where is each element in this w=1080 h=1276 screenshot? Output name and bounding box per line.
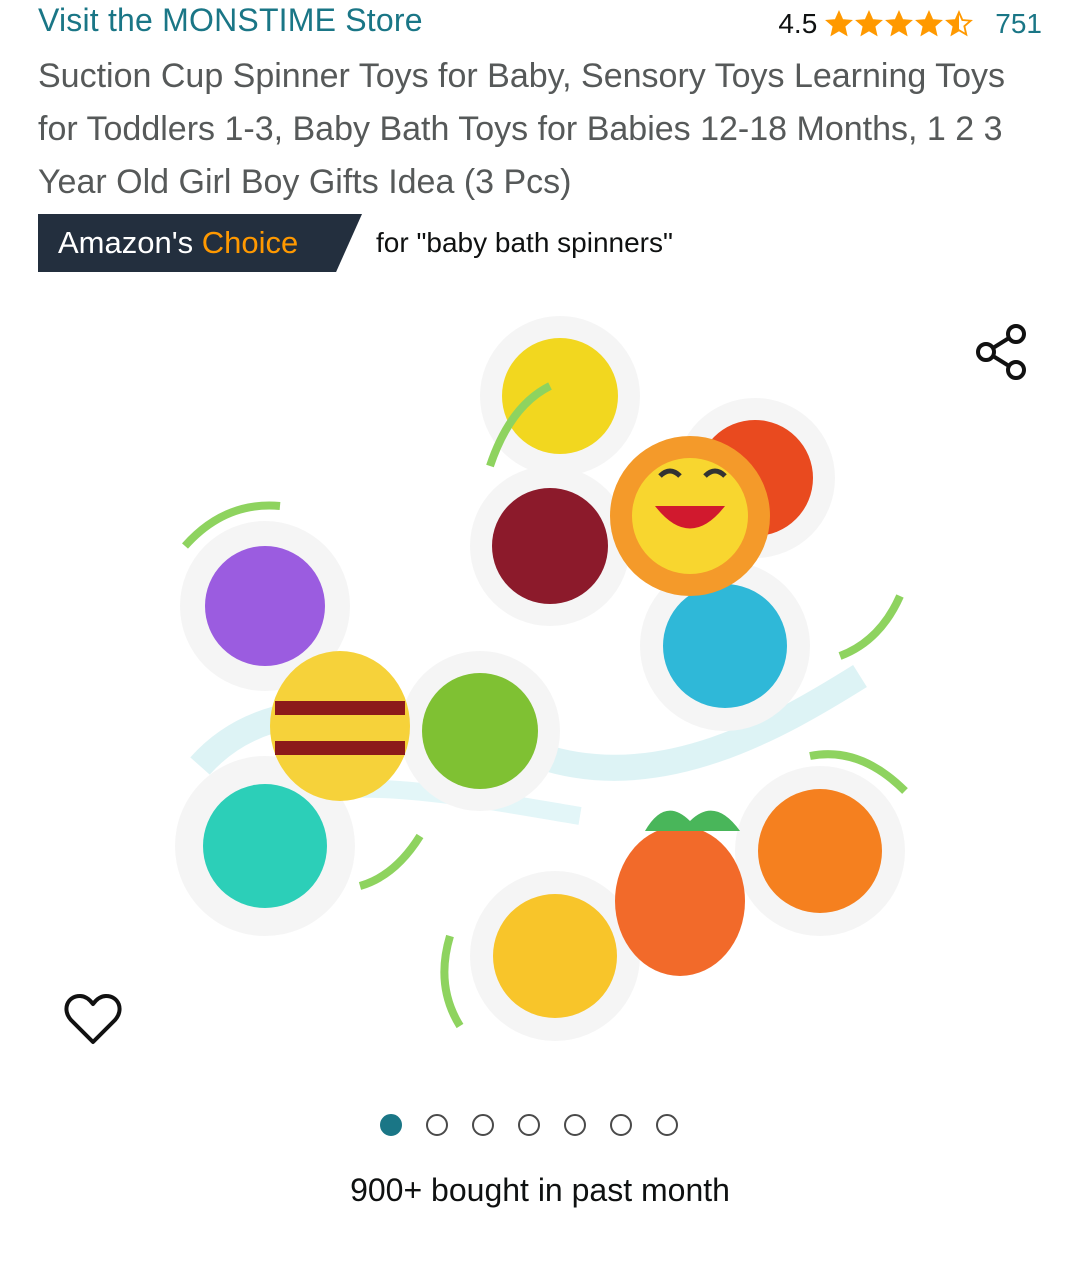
pagination-dot[interactable] (426, 1114, 448, 1136)
review-count[interactable]: 751 (995, 8, 1042, 40)
heart-icon[interactable] (64, 990, 122, 1048)
product-image[interactable] (160, 296, 920, 1066)
badge-for-text: for "baby bath spinners" (376, 227, 673, 258)
star-icon (915, 10, 944, 37)
pagination-dot[interactable] (610, 1114, 632, 1136)
badge-prefix: Amazon's (58, 225, 194, 260)
product-title: Suction Cup Spinner Toys for Baby, Senso… (38, 57, 1006, 201)
pagination-dot[interactable] (518, 1114, 540, 1136)
share-icon[interactable] (972, 322, 1032, 382)
image-pagination-dots[interactable] (380, 1114, 678, 1136)
pagination-dot[interactable] (564, 1114, 586, 1136)
pagination-dot[interactable] (472, 1114, 494, 1136)
pagination-dot[interactable] (656, 1114, 678, 1136)
amazons-choice-row: Amazon's Choice for "baby bath spinners" (38, 214, 673, 272)
rating-value: 4.5 (778, 8, 818, 39)
store-link[interactable]: Visit the MONSTIME Store (38, 2, 423, 39)
rating-summary[interactable]: 4.5 751 (778, 8, 1042, 40)
rating-stars (825, 10, 974, 38)
badge-highlight: Choice (201, 225, 299, 260)
star-icon (825, 10, 854, 37)
star-icon (945, 10, 974, 37)
pagination-dot[interactable] (380, 1114, 402, 1136)
star-icon (855, 10, 884, 37)
amazons-choice-badge: Amazon's Choice (38, 214, 362, 272)
bought-in-past-month: 900+ bought in past month (350, 1172, 730, 1208)
star-icon (885, 10, 914, 37)
